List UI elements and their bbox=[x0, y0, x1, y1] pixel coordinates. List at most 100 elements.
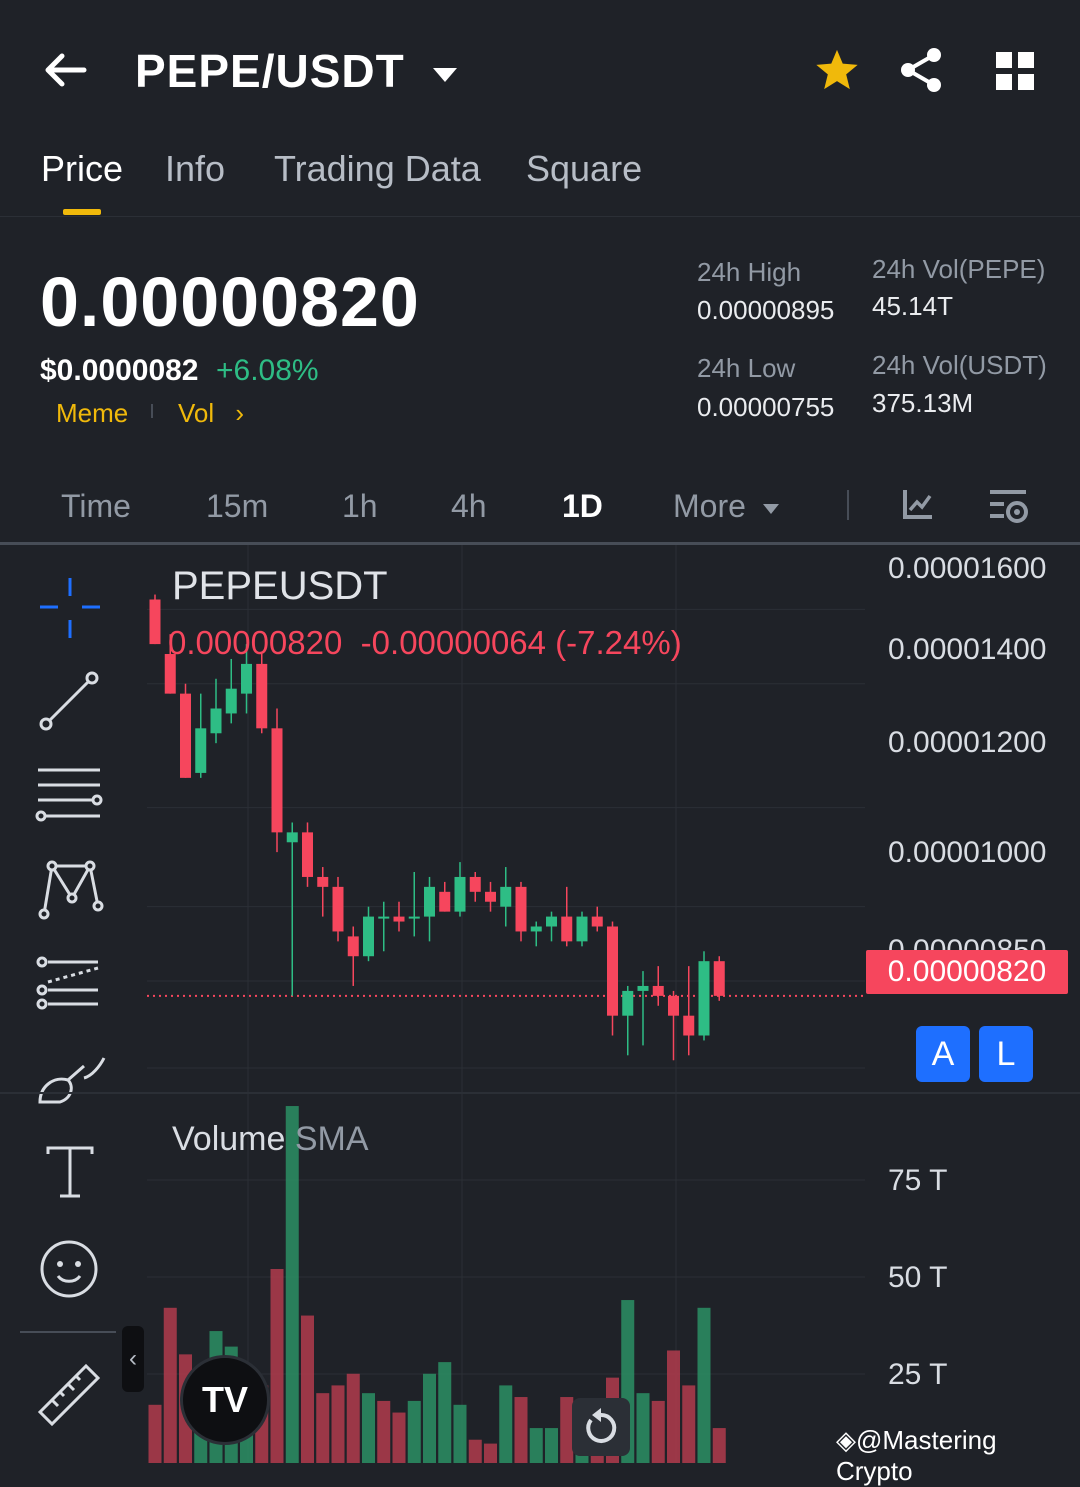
candle-body bbox=[393, 916, 405, 922]
interval-1h[interactable]: 1h bbox=[342, 488, 378, 525]
volume-bar bbox=[514, 1397, 528, 1463]
volume-bar bbox=[468, 1439, 482, 1463]
volume-bar bbox=[163, 1307, 177, 1463]
volume-bar bbox=[270, 1269, 284, 1463]
volume-bar bbox=[331, 1385, 345, 1463]
chart-settings-button[interactable] bbox=[990, 488, 1030, 529]
tag-vol[interactable]: Vol › bbox=[178, 398, 244, 429]
chevron-right-icon: › bbox=[235, 398, 245, 428]
interval-time[interactable]: Time bbox=[61, 488, 131, 525]
volume-bar bbox=[529, 1428, 543, 1463]
chevron-down-icon bbox=[762, 503, 779, 514]
refresh-icon bbox=[586, 1408, 617, 1443]
tag-divider bbox=[151, 404, 153, 418]
tab-square[interactable]: Square bbox=[526, 148, 642, 190]
watermark: ◈@Mastering Crypto bbox=[836, 1425, 997, 1486]
volume-bar bbox=[148, 1404, 162, 1463]
candle-body bbox=[332, 886, 344, 932]
volume-bar bbox=[392, 1412, 406, 1463]
candle-body bbox=[347, 936, 359, 957]
more-menu-button[interactable] bbox=[996, 52, 1034, 95]
interval-4h[interactable]: 4h bbox=[451, 488, 487, 525]
share-button[interactable] bbox=[898, 46, 944, 99]
tab-trading-data[interactable]: Trading Data bbox=[274, 148, 481, 190]
candle-body bbox=[408, 916, 420, 919]
price-axis-label: 0.00001400 bbox=[888, 633, 1047, 666]
candle-body bbox=[225, 688, 237, 714]
candle-body bbox=[286, 832, 298, 843]
low-label: 24h Low bbox=[697, 353, 796, 383]
price-axis-label: 0.00001000 bbox=[888, 836, 1047, 869]
tag-vol-label: Vol bbox=[178, 398, 215, 428]
price-axis-label: 0.00000850 bbox=[888, 934, 1047, 950]
interval-1d[interactable]: 1D bbox=[562, 488, 603, 525]
volume-axis-label: 25 T bbox=[888, 1358, 948, 1391]
low-value: 0.00000755 bbox=[697, 392, 835, 422]
reset-chart-button[interactable] bbox=[572, 1398, 630, 1456]
candle-body bbox=[622, 990, 634, 1016]
alert-button[interactable]: A bbox=[916, 1026, 970, 1082]
tag-meme[interactable]: Meme bbox=[56, 398, 128, 429]
interval-more-label: More bbox=[673, 488, 746, 524]
chevron-down-icon bbox=[432, 67, 457, 82]
candle-body bbox=[363, 916, 374, 957]
favorite-button[interactable] bbox=[814, 48, 860, 97]
volume-bar bbox=[636, 1393, 650, 1463]
chart-symbol: PEPEUSDT bbox=[172, 564, 388, 608]
candle-body bbox=[469, 876, 481, 892]
last-price: 0.00000820 bbox=[40, 263, 420, 341]
candle-body bbox=[698, 961, 710, 1036]
chart-ohlc-readout: 0.00000820 -0.00000064 (-7.24%) bbox=[168, 624, 682, 661]
indicator-chart-icon bbox=[903, 490, 932, 519]
log-scale-button[interactable]: L bbox=[979, 1026, 1033, 1082]
candle-body bbox=[683, 1015, 695, 1036]
volume-sma-label: SMA bbox=[294, 1120, 369, 1158]
active-tab-indicator bbox=[63, 209, 101, 215]
candle-body bbox=[713, 961, 725, 996]
volume-label: Volume bbox=[172, 1120, 286, 1158]
volume-bar bbox=[316, 1393, 330, 1463]
candle-body bbox=[454, 876, 466, 912]
candle-body bbox=[256, 663, 268, 729]
volume-bar bbox=[453, 1404, 467, 1463]
vol-base-value: 45.14T bbox=[872, 291, 953, 321]
vol-quote-label: 24h Vol(USDT) bbox=[872, 350, 1047, 380]
candle-body bbox=[241, 663, 252, 694]
usd-price: $0.0000082 bbox=[40, 354, 199, 387]
tab-info[interactable]: Info bbox=[165, 148, 225, 190]
volume-axis-label: 75 T bbox=[888, 1164, 948, 1197]
interval-15m[interactable]: 15m bbox=[206, 488, 268, 525]
back-arrow-icon bbox=[45, 53, 87, 87]
candle-body bbox=[302, 832, 313, 877]
candlestick-chart[interactable] bbox=[0, 545, 1080, 1463]
back-button[interactable] bbox=[40, 48, 90, 92]
candle-body bbox=[637, 985, 649, 991]
grid-icon bbox=[996, 52, 1034, 90]
candle-body bbox=[439, 891, 451, 912]
volume-bar bbox=[499, 1385, 513, 1463]
volume-bar bbox=[423, 1373, 436, 1463]
vol-base-label: 24h Vol(PEPE) bbox=[872, 254, 1046, 284]
interval-more[interactable]: More bbox=[673, 488, 779, 525]
tradingview-logo[interactable]: TV bbox=[180, 1355, 270, 1445]
candle-body bbox=[317, 876, 329, 887]
vol-quote-value: 375.13M bbox=[872, 388, 974, 418]
price-axis-label: 0.00001600 bbox=[888, 552, 1047, 585]
candle-body bbox=[591, 916, 603, 927]
volume-bar bbox=[285, 1106, 299, 1463]
star-icon bbox=[816, 49, 858, 90]
candle-body bbox=[378, 916, 390, 919]
candle-body bbox=[500, 886, 512, 907]
indicators-button[interactable] bbox=[902, 488, 934, 525]
candle-body bbox=[607, 926, 618, 1016]
candle-body bbox=[530, 926, 542, 932]
volume-bar bbox=[545, 1428, 558, 1463]
volume-bar bbox=[667, 1350, 680, 1463]
pair-selector[interactable]: PEPE/USDT bbox=[135, 44, 457, 98]
pair-title: PEPE/USDT bbox=[135, 45, 405, 97]
candle-body bbox=[668, 995, 679, 1016]
candle-body bbox=[652, 985, 664, 996]
tab-price[interactable]: Price bbox=[41, 148, 123, 190]
candle-body bbox=[485, 891, 496, 902]
candle-body bbox=[149, 599, 161, 645]
